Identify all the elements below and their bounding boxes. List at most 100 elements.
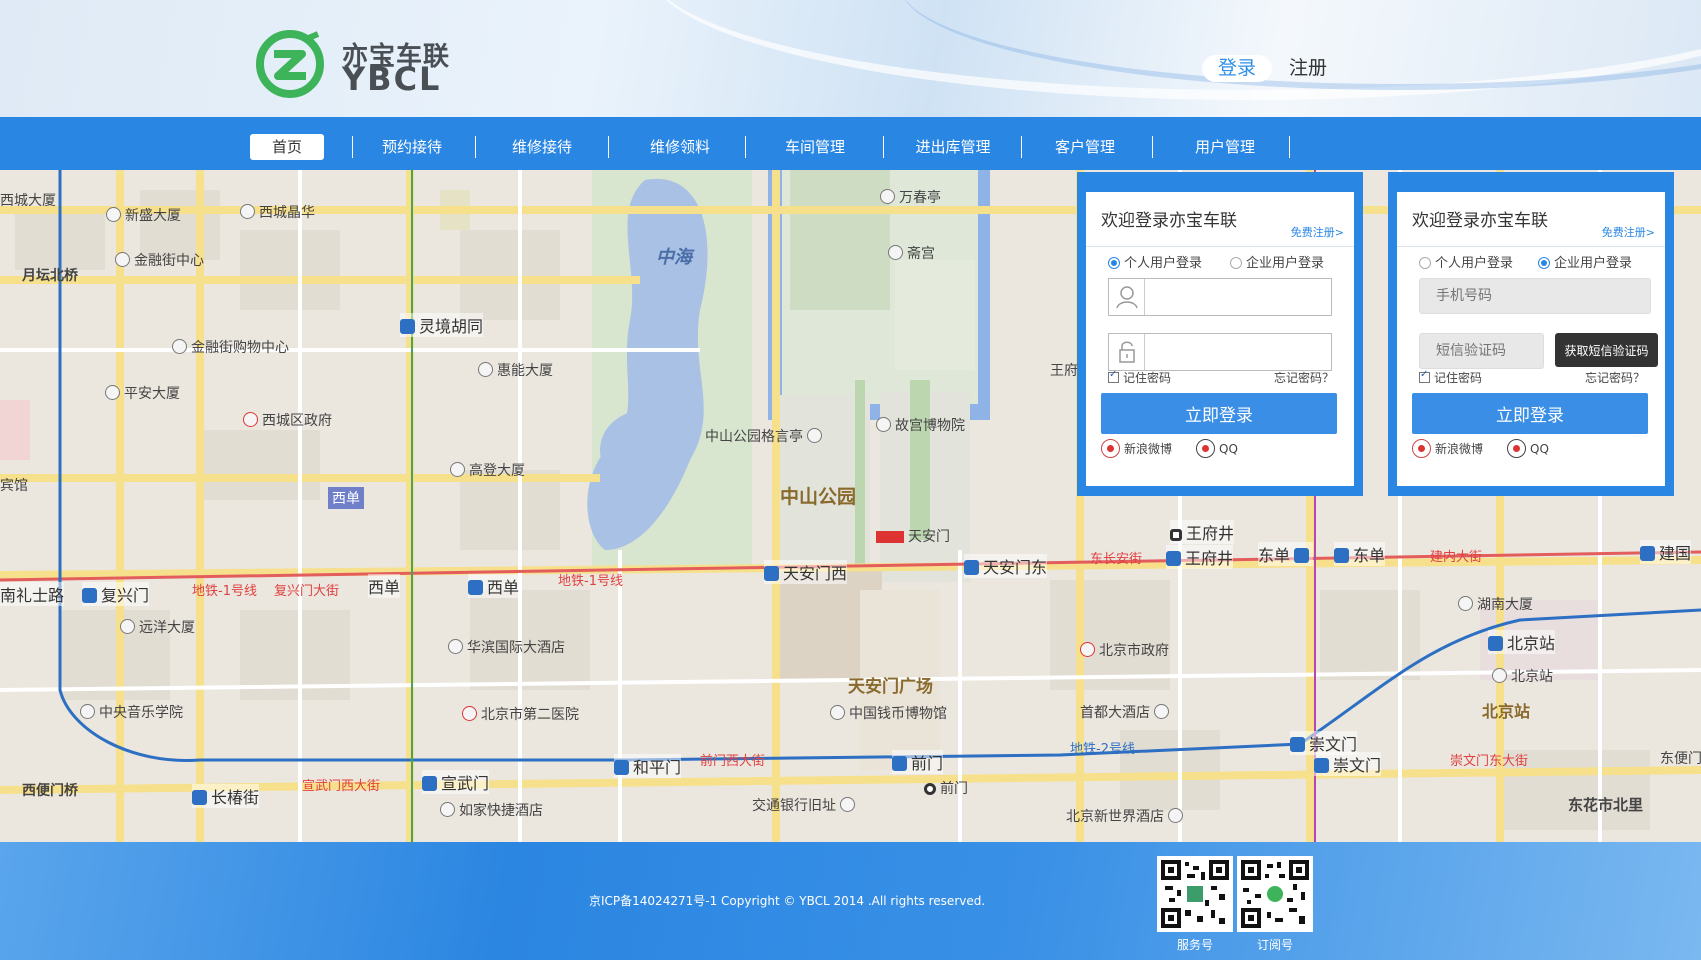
radio-unchecked-icon[interactable] xyxy=(1419,257,1431,269)
map-label: 宣武门 xyxy=(422,770,490,794)
radio-personal[interactable]: 个人用户登录 xyxy=(1419,252,1513,271)
map-label: 西城区政府 xyxy=(243,410,332,430)
nav-item-workshop[interactable]: 车间管理 xyxy=(775,134,855,160)
nav-item-home[interactable]: 首页 xyxy=(250,134,324,160)
nav-item-repair-reception[interactable]: 维修接待 xyxy=(502,134,582,160)
radio-personal[interactable]: 个人用户登录 xyxy=(1108,252,1202,271)
poi-icon xyxy=(105,385,120,400)
qq-login[interactable]: QQ xyxy=(1196,439,1238,458)
poi-icon xyxy=(172,339,187,354)
map-label-text: 北京新世界酒店 xyxy=(1066,809,1164,825)
subway-icon xyxy=(1488,636,1503,651)
map-label-text: 万春亭 xyxy=(899,190,941,206)
radio-enterprise[interactable]: 企业用户登录 xyxy=(1538,252,1632,271)
qq-icon xyxy=(1507,439,1526,458)
map-label: 灵境胡同 xyxy=(400,313,484,337)
remember-password[interactable]: 记住密码 xyxy=(1108,369,1171,386)
map-label: 西城大厦 xyxy=(0,193,56,209)
header-register-link[interactable]: 注册 xyxy=(1289,55,1327,82)
map-label: 西城晶华 xyxy=(240,202,315,222)
map-label-text: 北京站 xyxy=(1511,669,1553,685)
station-dot-icon xyxy=(1170,529,1182,541)
map-label-text: 长椿街 xyxy=(211,788,260,807)
qq-label: QQ xyxy=(1530,442,1549,456)
divider xyxy=(1086,246,1354,247)
login-submit-button[interactable]: 立即登录 xyxy=(1101,393,1337,434)
nav-item-customers[interactable]: 客户管理 xyxy=(1045,134,1125,160)
nav-item-reservation[interactable]: 预约接待 xyxy=(372,134,452,160)
station-dot-icon xyxy=(924,783,936,795)
map-label: 北京站 xyxy=(1482,702,1531,721)
subway-icon xyxy=(964,560,979,575)
sms-code-input[interactable] xyxy=(1419,333,1544,369)
nav-item-inventory[interactable]: 进出库管理 xyxy=(905,134,1001,160)
map-label: 东便门 xyxy=(1660,751,1701,767)
nav-separator xyxy=(1152,136,1153,158)
weibo-login[interactable]: 新浪微博 xyxy=(1101,439,1172,458)
weibo-login[interactable]: 新浪微博 xyxy=(1412,439,1483,458)
map-label-text: 王府井 xyxy=(1186,524,1235,543)
map-label: 中山公园 xyxy=(780,486,857,508)
remember-password[interactable]: 记住密码 xyxy=(1419,369,1482,386)
forgot-password-link[interactable]: 忘记密码？ xyxy=(1585,369,1645,386)
radio-checked-icon[interactable] xyxy=(1108,257,1120,269)
map-label-text: 中山公园格言亭 xyxy=(705,429,803,445)
radio-label: 企业用户登录 xyxy=(1246,256,1325,271)
nav-separator xyxy=(352,136,353,158)
map-label-text: 宣武门 xyxy=(441,774,490,793)
free-register-link[interactable]: 免费注册> xyxy=(1602,224,1655,240)
phone-input[interactable] xyxy=(1419,278,1651,314)
map-label-text: 天安门 xyxy=(908,529,950,545)
map-label-text: 金融街购物中心 xyxy=(191,340,289,356)
login-submit-button[interactable]: 立即登录 xyxy=(1412,393,1648,434)
login-title: 欢迎登录亦宝车联 xyxy=(1412,211,1548,231)
map-label-text: 建国 xyxy=(1659,544,1692,563)
qq-icon xyxy=(1196,439,1215,458)
map-label: 地铁-1号线 xyxy=(558,574,623,589)
map-label: 北京市第二医院 xyxy=(462,704,579,724)
radio-enterprise[interactable]: 企业用户登录 xyxy=(1230,252,1324,271)
map-label: 北京新世界酒店 xyxy=(1066,806,1187,826)
poi-icon xyxy=(478,362,493,377)
qr-code-icon xyxy=(1241,860,1309,928)
user-icon xyxy=(1109,279,1145,315)
get-sms-code-button[interactable]: 获取短信验证码 xyxy=(1555,333,1658,367)
map-label-text: 华滨国际大酒店 xyxy=(467,640,565,656)
map-label-text: 王府井 xyxy=(1185,549,1234,568)
login-box: 欢迎登录亦宝车联 免费注册> 个人用户登录 企业用户登录 记住密码 忘记密码？ … xyxy=(1086,192,1354,486)
nav-separator xyxy=(1289,136,1290,158)
nav-separator xyxy=(883,136,884,158)
weibo-label: 新浪微博 xyxy=(1124,442,1173,456)
site-logo[interactable]: 亦宝车联 YBCL xyxy=(254,30,454,98)
checkbox-checked-icon[interactable] xyxy=(1108,369,1119,383)
site-footer: 京ICP备14024271号-1 Copyright © YBCL 2014 .… xyxy=(0,842,1701,960)
map-label-text: 首都大酒店 xyxy=(1080,705,1150,721)
username-input[interactable] xyxy=(1146,279,1331,315)
poi-icon xyxy=(448,639,463,654)
map-label-text: 前门 xyxy=(911,754,944,773)
password-input[interactable] xyxy=(1146,334,1331,370)
map-label: 西单 xyxy=(468,574,520,598)
nav-separator xyxy=(1021,136,1022,158)
map-label-text: 复兴门 xyxy=(101,586,150,605)
radio-checked-icon[interactable] xyxy=(1538,257,1550,269)
nav-item-users[interactable]: 用户管理 xyxy=(1185,134,1265,160)
free-register-link[interactable]: 免费注册> xyxy=(1291,224,1344,240)
radio-unchecked-icon[interactable] xyxy=(1230,257,1242,269)
map-label-text: 故宫博物院 xyxy=(895,418,965,434)
map-label: 复兴门大街 xyxy=(274,584,340,599)
nav-item-parts-requisition[interactable]: 维修领料 xyxy=(640,134,720,160)
map-label: 东单 xyxy=(1258,542,1314,566)
map-label: 建内大街 xyxy=(1430,550,1483,565)
subway-icon xyxy=(1294,548,1310,563)
header-login-link[interactable]: 登录 xyxy=(1202,55,1272,82)
map-label: 西单 xyxy=(328,487,364,509)
map-label: 东花市北里 xyxy=(1568,796,1644,814)
copyright-text: 京ICP备14024271号-1 Copyright © YBCL 2014 .… xyxy=(589,894,986,908)
qr-code-icon xyxy=(1161,860,1229,928)
map-label-text: 灵境胡同 xyxy=(419,317,484,336)
forgot-password-link[interactable]: 忘记密码？ xyxy=(1274,369,1334,386)
map-label-text: 东单 xyxy=(1353,546,1386,565)
qq-login[interactable]: QQ xyxy=(1507,439,1549,458)
checkbox-checked-icon[interactable] xyxy=(1419,369,1430,383)
